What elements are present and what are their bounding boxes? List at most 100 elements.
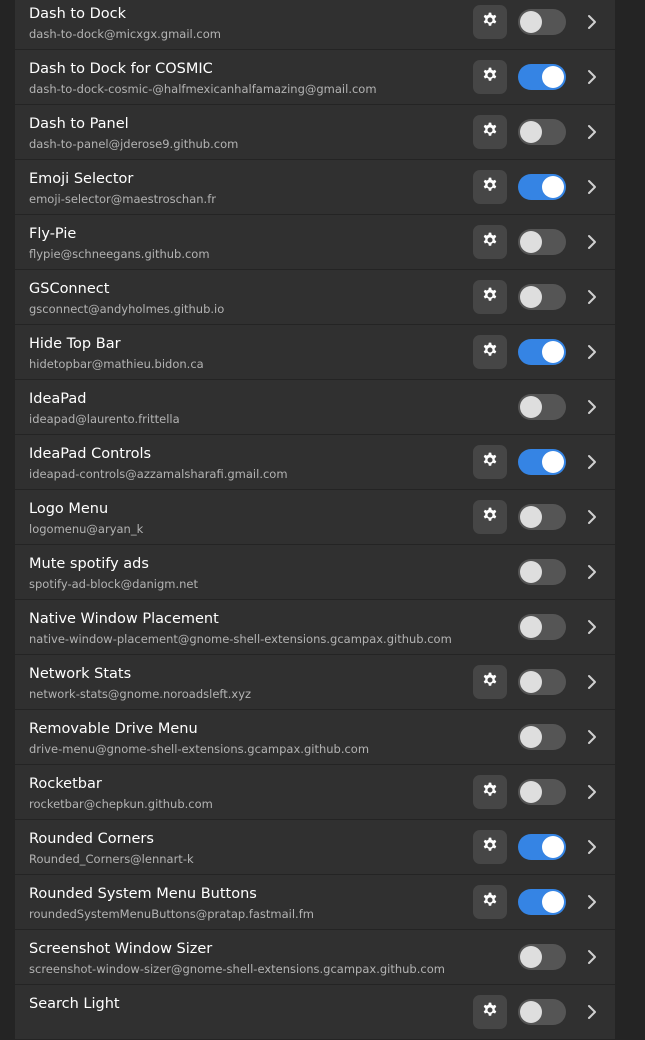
extension-name: Rounded Corners	[29, 831, 154, 847]
extension-enable-toggle[interactable]	[518, 559, 566, 585]
extension-uuid: flypie@schneegans.github.com	[29, 247, 210, 261]
extension-enable-toggle[interactable]	[518, 944, 566, 970]
extension-row[interactable]: Screenshot Window Sizer screenshot-window…	[15, 930, 615, 985]
extension-enable-toggle[interactable]	[518, 669, 566, 695]
extension-settings-button[interactable]	[473, 335, 507, 369]
extension-uuid: Rounded_Corners@lennart-k	[29, 852, 194, 866]
extension-uuid: logomenu@aryan_k	[29, 522, 144, 536]
extension-row[interactable]: Rocketbar rocketbar@chepkun.github.com	[15, 765, 615, 820]
extension-row[interactable]: Emoji Selector emoji-selector@maestroscha…	[15, 160, 615, 215]
extension-settings-button[interactable]	[473, 280, 507, 314]
extension-uuid: screenshot-window-sizer@gnome-shell-exte…	[29, 962, 445, 976]
extension-list: Dash to Dock dash-to-dock@micxgx.gmail.co…	[15, 0, 615, 1040]
chevron-right-icon[interactable]	[585, 233, 599, 251]
extension-settings-button[interactable]	[473, 60, 507, 94]
extension-row[interactable]: Network Stats network-stats@gnome.noroads…	[15, 655, 615, 710]
extension-settings-button[interactable]	[473, 775, 507, 809]
chevron-right-icon[interactable]	[585, 618, 599, 636]
extension-enable-toggle[interactable]	[518, 889, 566, 915]
extension-row[interactable]: IdeaPad Controls ideapad-controls@azzamal…	[15, 435, 615, 490]
extension-name: IdeaPad	[29, 391, 87, 407]
chevron-right-icon[interactable]	[585, 343, 599, 361]
extension-enable-toggle[interactable]	[518, 834, 566, 860]
gear-icon	[482, 177, 498, 197]
gear-icon	[482, 672, 498, 692]
chevron-right-icon[interactable]	[585, 948, 599, 966]
chevron-right-icon[interactable]	[585, 563, 599, 581]
extension-row[interactable]: Logo Menu logomenu@aryan_k	[15, 490, 615, 545]
extension-settings-button[interactable]	[473, 500, 507, 534]
chevron-right-icon[interactable]	[585, 1003, 599, 1021]
extension-row[interactable]: Rounded System Menu Buttons roundedSystem…	[15, 875, 615, 930]
extension-uuid: dash-to-dock@micxgx.gmail.com	[29, 27, 221, 41]
extension-enable-toggle[interactable]	[518, 119, 566, 145]
extension-uuid: rocketbar@chepkun.github.com	[29, 797, 213, 811]
toggle-knob	[520, 286, 542, 308]
extension-enable-toggle[interactable]	[518, 504, 566, 530]
extension-row[interactable]: Dash to Panel dash-to-panel@jderose9.gith…	[15, 105, 615, 160]
extension-enable-toggle[interactable]	[518, 229, 566, 255]
extension-row[interactable]: Dash to Dock dash-to-dock@micxgx.gmail.co…	[15, 0, 615, 50]
extension-row[interactable]: Dash to Dock for COSMIC dash-to-dock-cosm…	[15, 50, 615, 105]
toggle-knob	[520, 1001, 542, 1023]
extension-settings-button[interactable]	[473, 445, 507, 479]
extension-row[interactable]: Mute spotify ads spotify-ad-block@danigm.…	[15, 545, 615, 600]
extension-name: Native Window Placement	[29, 611, 219, 627]
extension-enable-toggle[interactable]	[518, 339, 566, 365]
extension-uuid: ideapad@laurento.frittella	[29, 412, 180, 426]
extension-name: Dash to Dock for COSMIC	[29, 61, 213, 77]
extension-enable-toggle[interactable]	[518, 9, 566, 35]
gear-icon	[482, 232, 498, 252]
chevron-right-icon[interactable]	[585, 398, 599, 416]
extension-row[interactable]: Fly-Pie flypie@schneegans.github.com	[15, 215, 615, 270]
extension-uuid: spotify-ad-block@danigm.net	[29, 577, 199, 591]
toggle-knob	[520, 231, 542, 253]
chevron-right-icon[interactable]	[585, 288, 599, 306]
chevron-right-icon[interactable]	[585, 673, 599, 691]
chevron-right-icon[interactable]	[585, 508, 599, 526]
gear-icon	[482, 837, 498, 857]
chevron-right-icon[interactable]	[585, 838, 599, 856]
extension-row[interactable]: Removable Drive Menu drive-menu@gnome-she…	[15, 710, 615, 765]
extension-settings-button[interactable]	[473, 115, 507, 149]
extension-enable-toggle[interactable]	[518, 449, 566, 475]
extension-enable-toggle[interactable]	[518, 284, 566, 310]
extension-name: Logo Menu	[29, 501, 109, 517]
extension-settings-button[interactable]	[473, 170, 507, 204]
extension-name: Hide Top Bar	[29, 336, 121, 352]
gear-icon	[482, 287, 498, 307]
chevron-right-icon[interactable]	[585, 783, 599, 801]
extension-row[interactable]: Search Light	[15, 985, 615, 1040]
chevron-right-icon[interactable]	[585, 178, 599, 196]
extension-enable-toggle[interactable]	[518, 724, 566, 750]
extension-row[interactable]: Rounded Corners Rounded_Corners@lennart-k	[15, 820, 615, 875]
extension-enable-toggle[interactable]	[518, 64, 566, 90]
extension-enable-toggle[interactable]	[518, 174, 566, 200]
gear-icon	[482, 342, 498, 362]
chevron-right-icon[interactable]	[585, 13, 599, 31]
extension-enable-toggle[interactable]	[518, 394, 566, 420]
extension-row[interactable]: Hide Top Bar hidetopbar@mathieu.bidon.ca	[15, 325, 615, 380]
extension-enable-toggle[interactable]	[518, 999, 566, 1025]
chevron-right-icon[interactable]	[585, 68, 599, 86]
chevron-right-icon[interactable]	[585, 123, 599, 141]
chevron-right-icon[interactable]	[585, 893, 599, 911]
extension-enable-toggle[interactable]	[518, 779, 566, 805]
extension-row[interactable]: IdeaPad ideapad@laurento.frittella	[15, 380, 615, 435]
extension-settings-button[interactable]	[473, 225, 507, 259]
extension-uuid: emoji-selector@maestroschan.fr	[29, 192, 216, 206]
chevron-right-icon[interactable]	[585, 453, 599, 471]
extension-name: GSConnect	[29, 281, 110, 297]
extension-row[interactable]: GSConnect gsconnect@andyholmes.github.io	[15, 270, 615, 325]
extension-name: Rounded System Menu Buttons	[29, 886, 257, 902]
extension-row[interactable]: Native Window Placement native-window-pla…	[15, 600, 615, 655]
extension-settings-button[interactable]	[473, 5, 507, 39]
chevron-right-icon[interactable]	[585, 728, 599, 746]
gear-icon	[482, 122, 498, 142]
extension-settings-button[interactable]	[473, 885, 507, 919]
extension-settings-button[interactable]	[473, 995, 507, 1029]
extension-settings-button[interactable]	[473, 665, 507, 699]
extension-enable-toggle[interactable]	[518, 614, 566, 640]
extension-settings-button[interactable]	[473, 830, 507, 864]
extension-name: Screenshot Window Sizer	[29, 941, 213, 957]
